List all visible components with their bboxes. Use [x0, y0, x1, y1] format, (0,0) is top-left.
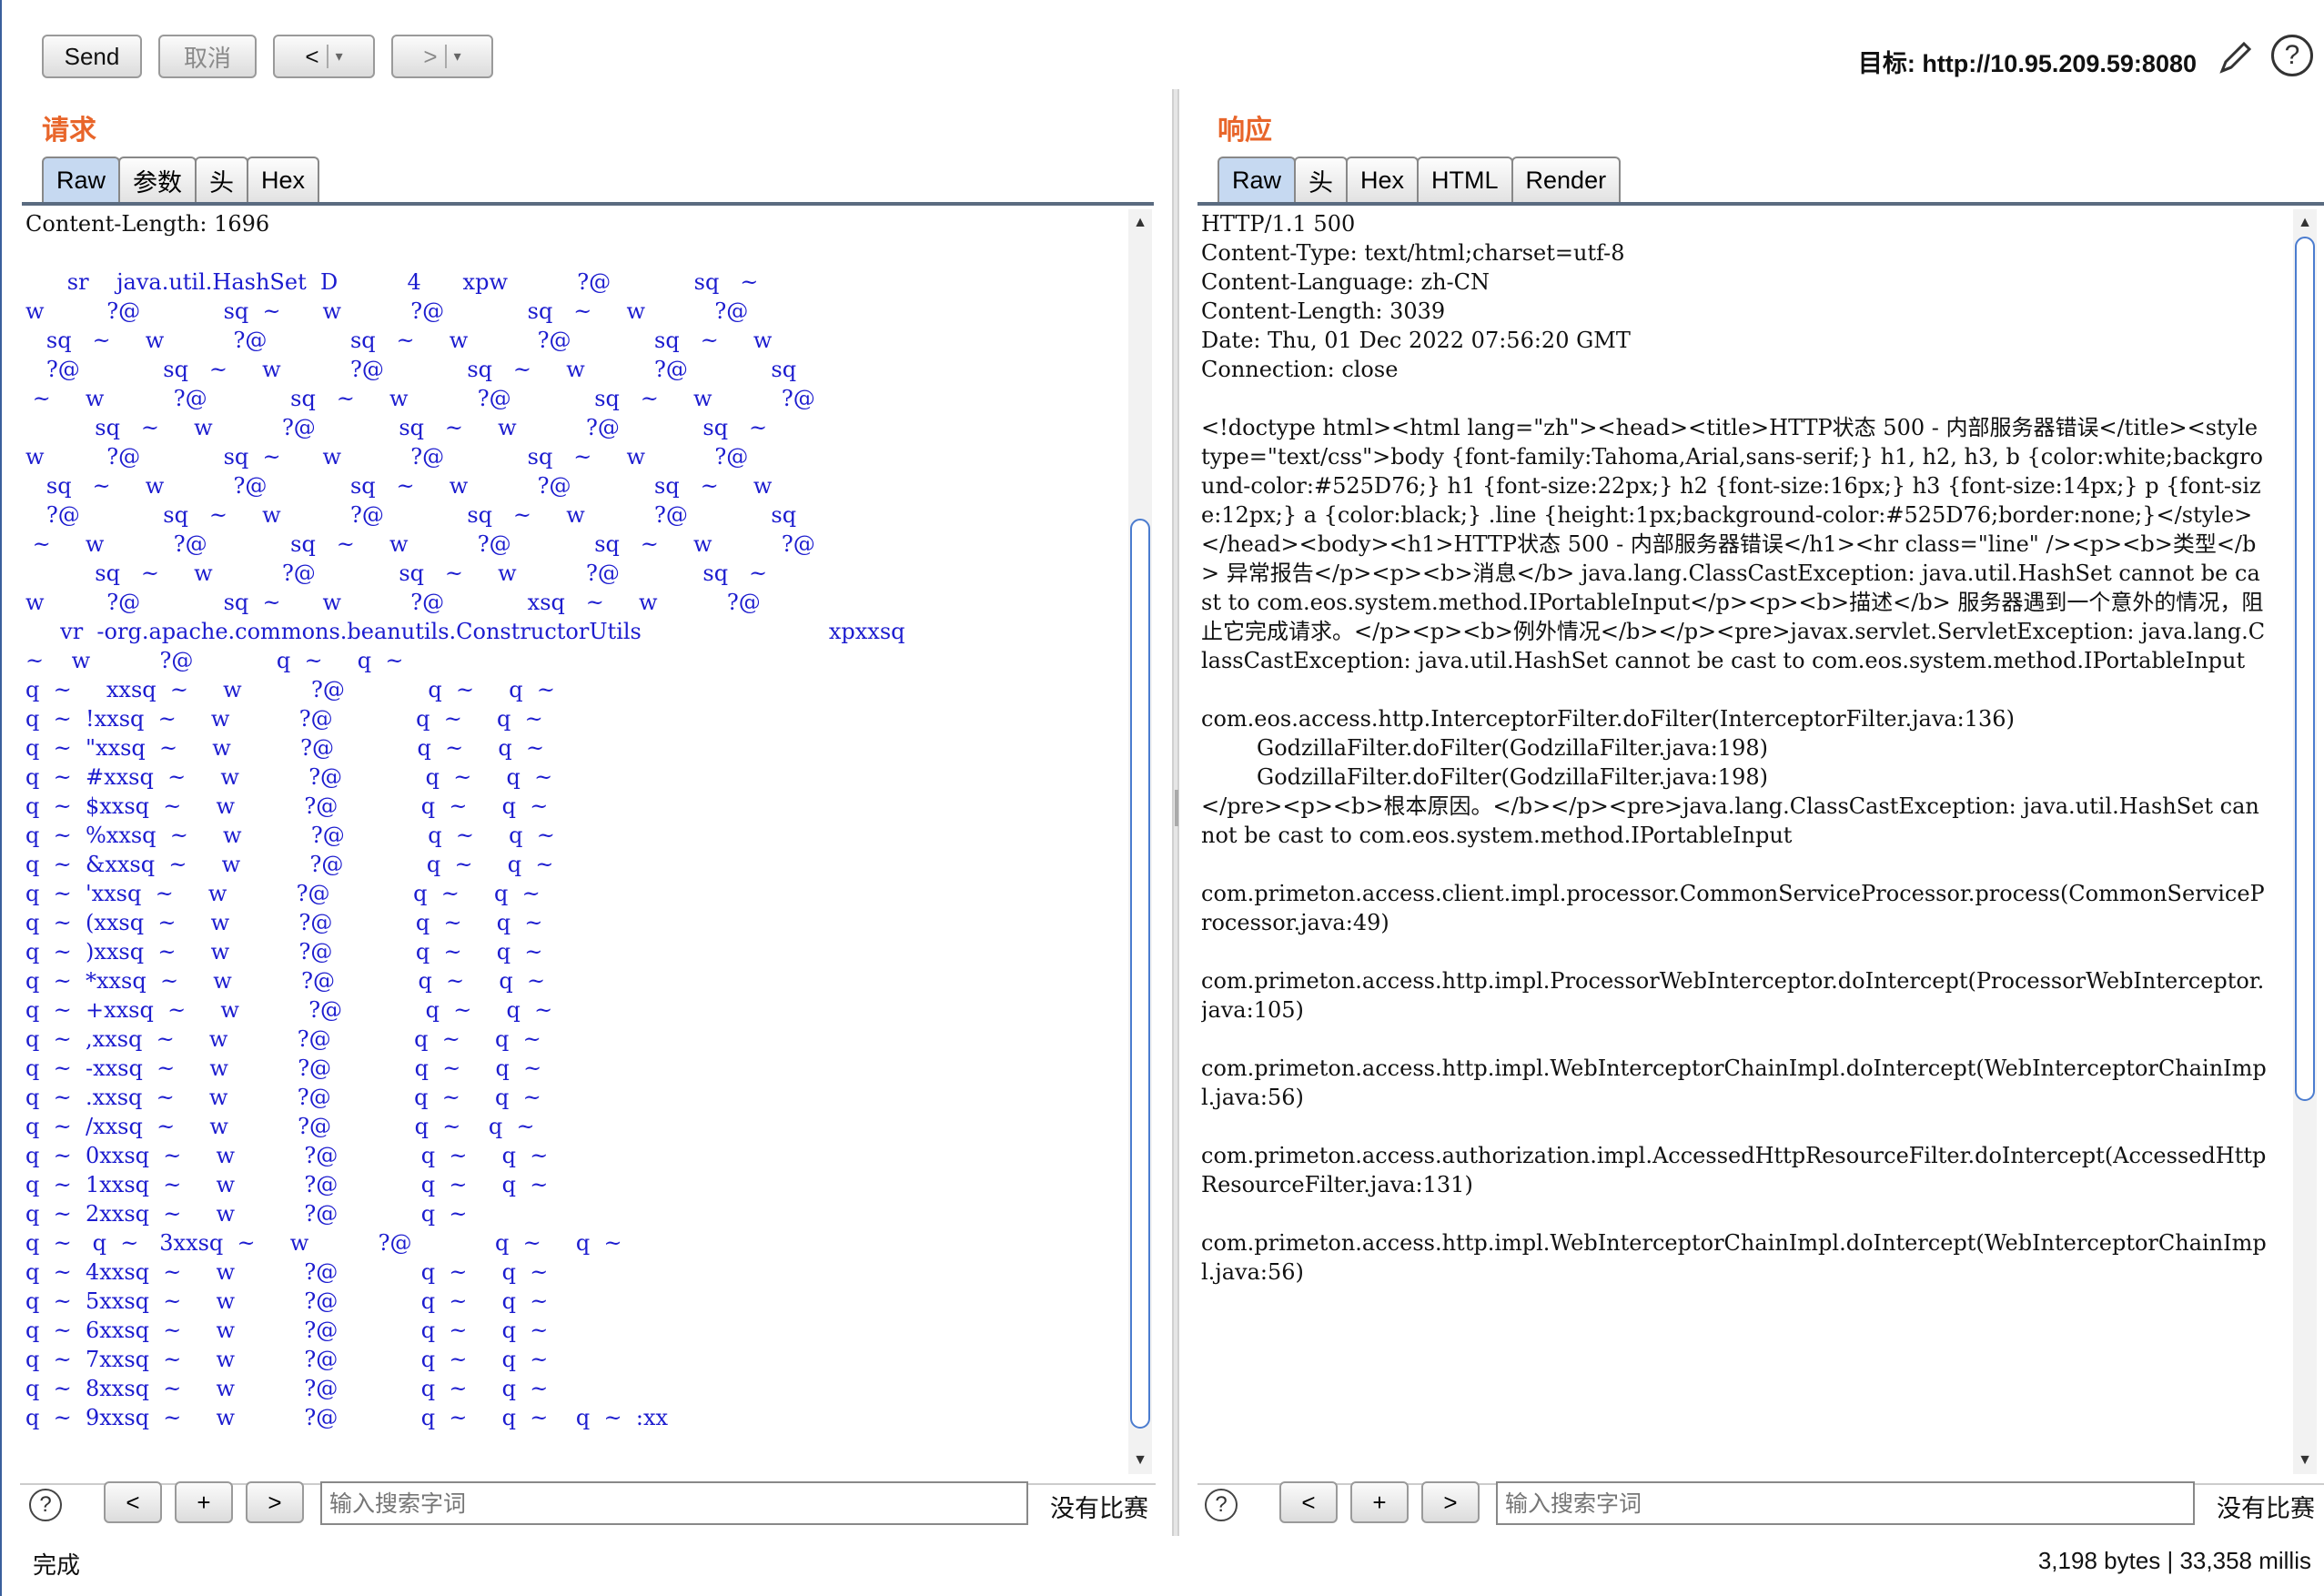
- back-arrow-icon: <: [305, 42, 319, 70]
- stack-line: com.primeton.access.http.impl.WebInterce…: [1201, 1230, 2267, 1285]
- response-scrollbar[interactable]: ▲ ▼: [2293, 209, 2317, 1474]
- tab-params[interactable]: 参数: [118, 157, 197, 202]
- help-icon[interactable]: ?: [2271, 35, 2313, 76]
- search-add-button[interactable]: +: [175, 1481, 233, 1523]
- target-label: 目标: http://10.95.209.59:8080: [1857, 50, 2197, 77]
- response-tabs: Raw 头 Hex HTML Render: [1218, 157, 1622, 204]
- chevron-down-icon: ▾: [453, 49, 461, 65]
- search-input[interactable]: [1496, 1481, 2195, 1525]
- response-html-body: <!doctype html><html lang="zh"><head><ti…: [1201, 415, 2266, 673]
- tab-raw[interactable]: Raw: [42, 157, 121, 202]
- request-body: sr java.util.HashSet D 4 xpw ?@ sq ~ w ?…: [25, 269, 905, 1430]
- chevron-down-icon: ▾: [335, 49, 343, 65]
- response-header-line: HTTP/1.1 500: [1201, 211, 1356, 237]
- help-icon[interactable]: ?: [29, 1489, 62, 1521]
- search-status: 没有比赛: [2217, 1495, 2315, 1522]
- response-editor[interactable]: HTTP/1.1 500 Content-Type: text/html;cha…: [1201, 209, 2268, 1483]
- tab-hex[interactable]: Hex: [247, 157, 320, 202]
- response-header-line: Content-Language: zh-CN: [1201, 269, 1490, 295]
- status-text: 完成: [33, 1551, 81, 1579]
- cancel-button[interactable]: 取消: [158, 35, 257, 78]
- response-header-line: Date: Thu, 01 Dec 2022 07:56:20 GMT: [1201, 328, 1631, 353]
- help-icon[interactable]: ?: [1205, 1489, 1238, 1521]
- tab-raw[interactable]: Raw: [1218, 157, 1297, 202]
- scroll-down-icon[interactable]: ▼: [1128, 1449, 1152, 1472]
- stack-line: com.eos.access.http.InterceptorFilter.do…: [1201, 706, 2015, 732]
- tab-headers[interactable]: 头: [195, 157, 249, 202]
- response-header-line: Connection: close: [1201, 357, 1399, 382]
- scroll-up-icon[interactable]: ▲: [2293, 211, 2317, 235]
- stack-line: com.primeton.access.http.impl.WebInterce…: [1201, 1056, 2267, 1110]
- request-tabs: Raw 参数 头 Hex: [42, 157, 320, 204]
- search-status: 没有比赛: [1050, 1495, 1148, 1522]
- response-title: 响应: [1218, 116, 1272, 146]
- search-prev-button[interactable]: <: [1279, 1481, 1338, 1523]
- search-input[interactable]: [320, 1481, 1028, 1525]
- back-button[interactable]: < ▾: [273, 35, 375, 78]
- tab-hex[interactable]: Hex: [1346, 157, 1420, 202]
- search-next-button[interactable]: >: [1421, 1481, 1480, 1523]
- send-button[interactable]: Send: [42, 35, 142, 78]
- request-title: 请求: [42, 116, 96, 146]
- request-editor[interactable]: Content-Length: 1696 sr java.util.HashSe…: [25, 209, 1128, 1483]
- pane-splitter[interactable]: [1172, 89, 1179, 1536]
- search-next-button[interactable]: >: [246, 1481, 304, 1523]
- tab-html[interactable]: HTML: [1417, 157, 1513, 202]
- request-scrollbar[interactable]: ▲ ▼: [1128, 209, 1152, 1474]
- repeater-window: Send 取消 < ▾ > ▾ 目标: http://10.95.209.59:80…: [0, 0, 2324, 1596]
- scroll-up-icon[interactable]: ▲: [1128, 211, 1152, 235]
- pencil-icon[interactable]: [2215, 36, 2257, 78]
- stack-line: GodzillaFilter.doFilter(GodzillaFilter.j…: [1201, 764, 1768, 790]
- scroll-thumb[interactable]: [2295, 237, 2315, 1101]
- stack-line: </pre><p><b>根本原因。</b></p><pre>java.lang.…: [1201, 793, 2259, 848]
- stack-line: com.primeton.access.authorization.impl.A…: [1201, 1143, 2267, 1197]
- request-header-line: Content-Length: 1696: [25, 211, 270, 237]
- tab-render[interactable]: Render: [1511, 157, 1622, 202]
- forward-arrow-icon: >: [423, 42, 438, 70]
- response-header-line: Content-Length: 3039: [1201, 298, 1446, 324]
- stack-line: com.primeton.access.client.impl.processo…: [1201, 881, 2265, 935]
- search-add-button[interactable]: +: [1350, 1481, 1409, 1523]
- scroll-thumb[interactable]: [1130, 519, 1150, 1429]
- search-prev-button[interactable]: <: [104, 1481, 162, 1523]
- stack-line: GodzillaFilter.doFilter(GodzillaFilter.j…: [1201, 735, 1768, 761]
- forward-button[interactable]: > ▾: [391, 35, 493, 78]
- tab-headers[interactable]: 头: [1294, 157, 1349, 202]
- response-header-line: Content-Type: text/html;charset=utf-8: [1201, 240, 1625, 266]
- response-stats: 3,198 bytes | 33,358 millis: [2037, 1547, 2311, 1574]
- stack-line: com.primeton.access.http.impl.ProcessorW…: [1201, 968, 2265, 1023]
- scroll-down-icon[interactable]: ▼: [2293, 1449, 2317, 1472]
